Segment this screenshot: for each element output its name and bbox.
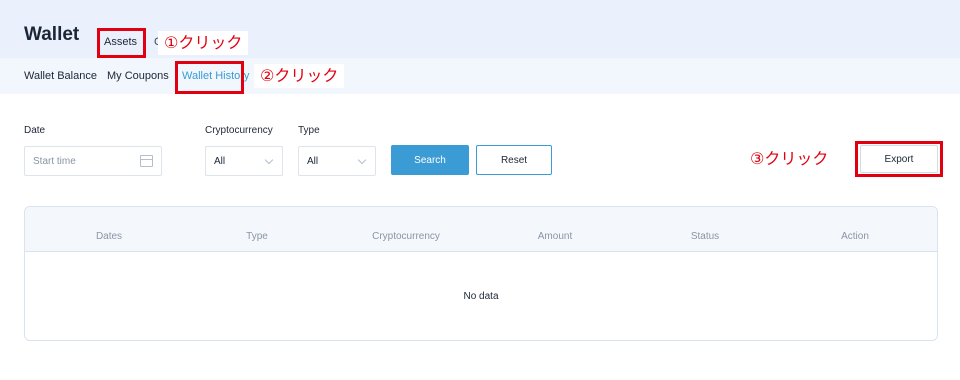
cryptocurrency-select[interactable]: All xyxy=(205,146,283,176)
page-title: Wallet xyxy=(24,24,80,45)
chevron-down-icon xyxy=(264,155,274,165)
column-header: Dates xyxy=(95,231,123,242)
column-header: Cryptocurrency xyxy=(372,231,440,242)
wallet-history-table: Dates Type Cryptocurrency Amount Status … xyxy=(24,206,938,341)
start-time-input[interactable]: Start time xyxy=(24,146,162,176)
chevron-down-icon xyxy=(357,155,367,165)
annotation-box-wallet-history xyxy=(175,61,244,94)
column-header: Action xyxy=(841,231,869,242)
search-button[interactable]: Search xyxy=(391,145,469,175)
column-header: Type xyxy=(246,231,268,242)
type-label: Type xyxy=(298,125,320,136)
cryptocurrency-value: All xyxy=(214,156,226,167)
table-header: Dates Type Cryptocurrency Amount Status … xyxy=(25,207,937,252)
start-time-placeholder: Start time xyxy=(33,156,76,167)
annotation-box-assets xyxy=(97,28,146,58)
type-value: All xyxy=(307,156,319,167)
subnav-wallet-balance[interactable]: Wallet Balance xyxy=(24,70,97,82)
reset-button[interactable]: Reset xyxy=(476,145,552,175)
annotation-box-export xyxy=(855,141,943,177)
annotation-label-step2: ②クリック xyxy=(254,64,345,88)
cryptocurrency-label: Cryptocurrency xyxy=(205,125,273,136)
calendar-icon[interactable] xyxy=(140,155,153,167)
type-select[interactable]: All xyxy=(298,146,376,176)
column-header: Amount xyxy=(537,231,573,242)
annotation-label-step1: ①クリック xyxy=(158,31,249,55)
empty-state-text: No data xyxy=(463,291,499,302)
date-label: Date xyxy=(24,125,46,136)
annotation-label-step3: ③クリック xyxy=(744,147,835,171)
column-header: Status xyxy=(690,231,720,242)
subnav-my-coupons[interactable]: My Coupons xyxy=(107,70,169,82)
